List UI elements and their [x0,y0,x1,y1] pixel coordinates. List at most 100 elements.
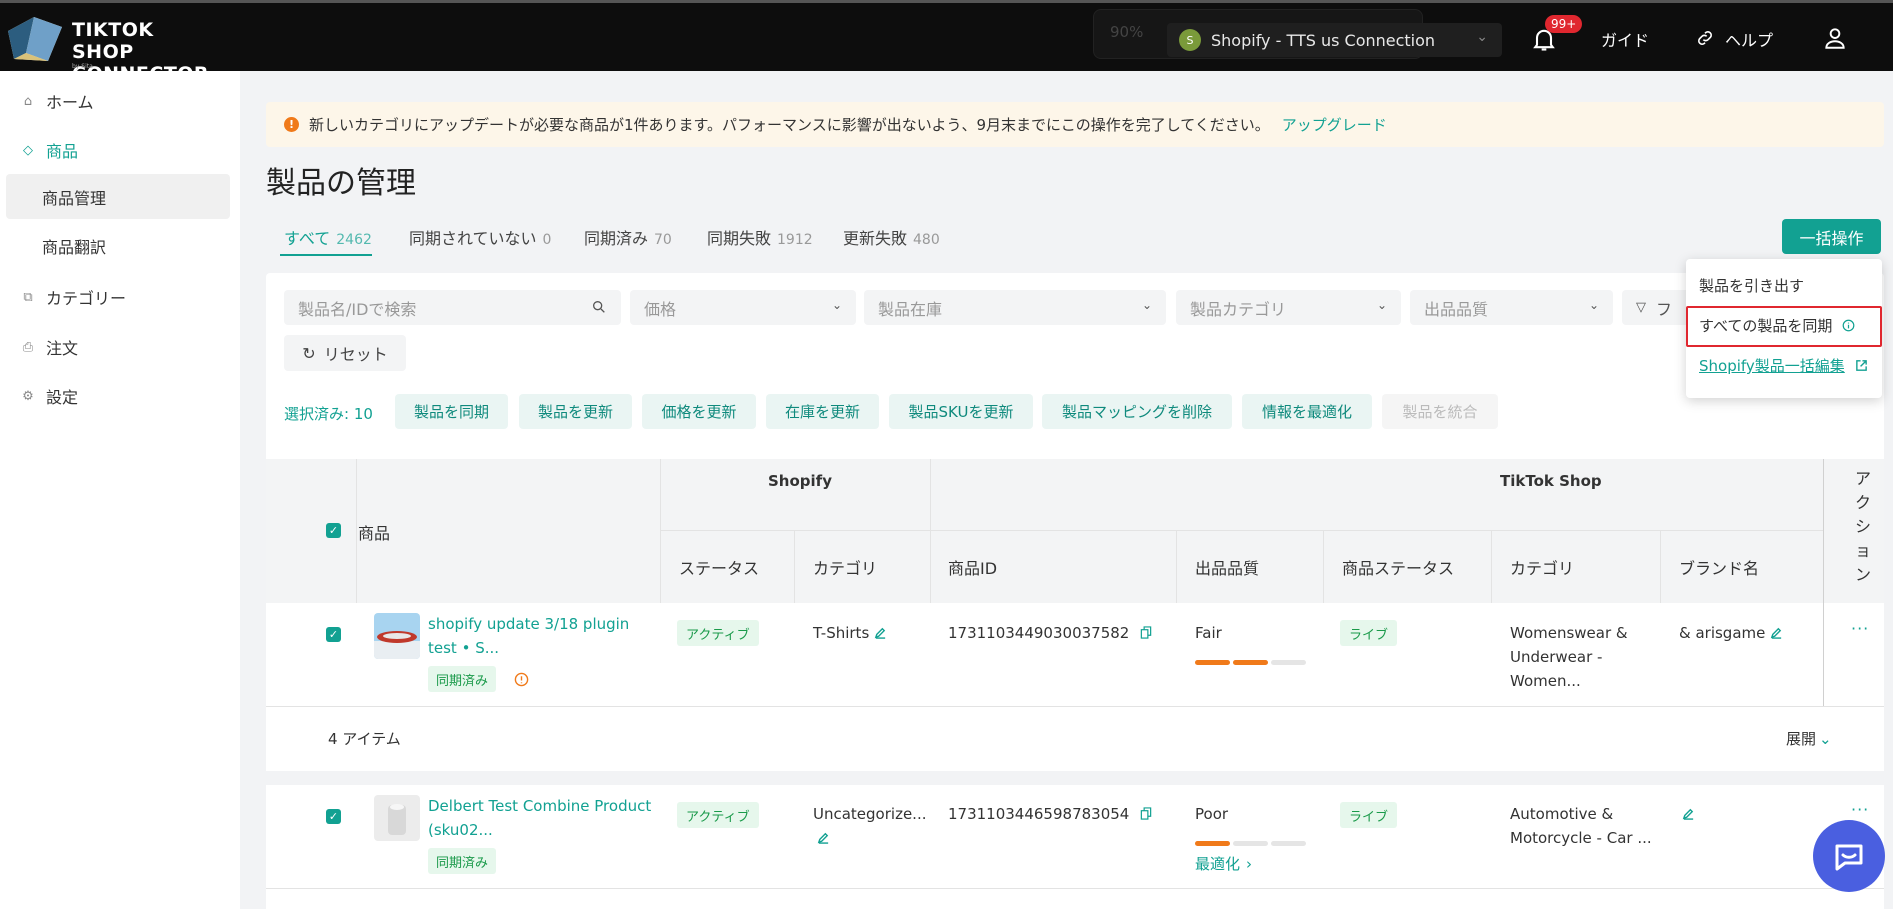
edit-icon[interactable] [817,831,830,844]
shopify-icon: S [1179,29,1201,51]
update-price-button[interactable]: 価格を更新 [642,394,756,429]
row-checkbox[interactable]: ✓ [326,809,341,824]
sidebar-item-product-management[interactable]: 商品管理 [6,174,230,219]
chat-support-button[interactable] [1813,820,1885,892]
link-icon [1698,31,1712,45]
col-product: 商品 [358,524,391,543]
chevron-down-icon: ⌄ [1376,298,1387,312]
update-products-button[interactable]: 製品を更新 [519,394,632,429]
shopify-status-badge: アクティブ [677,620,759,646]
copy-icon: ⧉ [23,289,33,305]
active-tab-indicator [280,254,372,256]
menu-item-sync-all[interactable]: すべての製品を同期 [1699,315,1855,336]
optimize-info-button[interactable]: 情報を最適化 [1242,394,1372,429]
tag-icon: ◇ [23,142,33,158]
upgrade-link[interactable]: アップグレード [1282,114,1387,135]
sidebar: ⌂ ホーム ◇ 商品 商品管理 商品翻訳 ⧉ カテゴリー ⎙ 注文 ⚙ 設定 [0,71,240,909]
merge-products-button: 製品を統合 [1382,394,1498,429]
expand-button[interactable]: 展開 ⌄ [1786,728,1832,749]
external-link-icon [1855,360,1867,371]
products-table: ✓ 商品 Shopify TikTok Shop アクション ステータス カテゴ… [266,459,1884,909]
optimize-link[interactable]: 最適化 › [1195,852,1252,876]
shopify-category: T-Shirts [813,621,887,645]
quality-filter[interactable]: 出品品質 ⌄ [1410,290,1613,325]
product-image [374,613,420,659]
sidebar-item-category[interactable]: ⧉ カテゴリー [20,285,126,309]
table-header: ✓ 商品 Shopify TikTok Shop アクション ステータス カテゴ… [266,459,1884,603]
more-actions-button[interactable]: ··· [1851,619,1869,638]
help-link[interactable]: ヘルプ [1725,27,1773,51]
brand-name: & arisgame [1679,621,1783,645]
sidebar-item-products[interactable]: ◇ 商品 [20,138,78,162]
sidebar-item-product-translation[interactable]: 商品翻訳 [6,223,230,268]
copy-icon[interactable] [1140,807,1152,820]
info-icon[interactable] [514,672,529,687]
select-all-checkbox[interactable]: ✓ [326,523,341,538]
tiktok-status-badge: ライブ [1340,620,1398,646]
refresh-icon: ↻ [302,343,316,363]
page-title: 製品の管理 [266,166,416,201]
stock-filter[interactable]: 製品在庫 ⌄ [864,290,1166,325]
product-thumbnail[interactable] [374,795,420,841]
category-filter[interactable]: 製品カテゴリ ⌄ [1176,290,1401,325]
search-input[interactable]: 製品名/IDで検索 [284,290,621,325]
store-selector[interactable]: S Shopify - TTS us Connection ⌄ [1167,23,1502,57]
sidebar-item-home[interactable]: ⌂ ホーム [20,89,94,113]
bulk-actions-button[interactable]: 一括操作 [1782,219,1881,254]
edit-icon[interactable] [1682,807,1695,820]
quality-label: Fair [1195,624,1222,642]
product-id: 1731103449030037582 [948,621,1152,645]
info-icon [1842,319,1855,332]
chevron-down-icon: ⌄ [831,298,842,312]
product-name-link[interactable]: shopify update 3/18 plugin test • S... [428,612,629,660]
printer-icon: ⎙ [22,339,34,355]
selected-count: 選択済み: 10 [284,405,373,423]
product-id: 1731103446598783054 [948,802,1152,826]
product-thumbnail[interactable] [374,613,420,659]
category-upgrade-banner: ! 新しいカテゴリにアップデートが必要な商品が1件あります。パフォーマンスに影響… [266,102,1884,147]
sync-products-button[interactable]: 製品を同期 [395,394,508,429]
tab-synced[interactable]: 同期済み 70 [584,225,672,249]
shopify-status-badge: アクティブ [677,802,759,828]
delete-mapping-button[interactable]: 製品マッピングを削除 [1042,394,1232,429]
more-actions-button[interactable]: ··· [1851,800,1869,819]
filter-panel: 製品名/IDで検索 価格 ⌄ 製品在庫 ⌄ 製品カテゴリ ⌄ 出品品質 ⌄ ▽ フ ↻ リセ… [266,273,1884,459]
tab-update-failed[interactable]: 更新失敗 480 [843,225,940,249]
chevron-down-icon: ⌄ [1588,298,1599,312]
edit-icon[interactable] [874,626,887,639]
warning-icon: ! [284,117,299,132]
tiktok-category: Automotive & Motorcycle - Car ... [1510,805,1652,847]
sidebar-item-orders[interactable]: ⎙ 注文 [20,335,78,359]
sync-status-badge: 同期済み [428,848,497,874]
tiktok-status-badge: ライブ [1340,802,1398,828]
zoom-level: 90% [1110,23,1144,41]
edit-icon[interactable] [1770,626,1783,639]
col-tiktok-category: カテゴリ [1510,559,1575,578]
chevron-down-icon: ⌄ [1141,298,1152,312]
menu-item-shopify-bulk-edit[interactable]: Shopify製品一括編集 [1699,355,1868,376]
user-icon[interactable] [1822,25,1848,51]
update-sku-button[interactable]: 製品SKUを更新 [889,394,1033,429]
group-tiktok: TikTok Shop [1500,472,1602,490]
chevron-down-icon: ⌄ [1476,29,1488,45]
tab-all[interactable]: すべて 2462 [284,225,372,249]
reset-button[interactable]: ↻ リセット [284,335,406,371]
app-logo[interactable]: TIKTOK SHOP CONNECTOR by Sita [4,11,209,85]
menu-item-pull-products[interactable]: 製品を引き出す [1699,275,1804,296]
price-filter[interactable]: 価格 ⌄ [630,290,856,325]
variant-group-row: 4 アイテム 展開 ⌄ [266,707,1884,771]
tab-sync-failed[interactable]: 同期失敗 1912 [707,225,813,249]
bulk-actions-menu: 製品を引き出す すべての製品を同期 Shopify製品一括編集 [1686,259,1882,398]
tab-not-synced[interactable]: 同期されていない 0 [409,225,551,249]
group-shopify: Shopify [768,472,832,490]
row-checkbox[interactable]: ✓ [326,627,341,642]
home-icon: ⌂ [23,93,33,109]
product-image [374,795,420,841]
sync-status-badge: 同期済み [428,666,497,692]
guide-link[interactable]: ガイド [1601,27,1649,51]
copy-icon[interactable] [1140,626,1152,639]
product-name-link[interactable]: Delbert Test Combine Product (sku02... [428,794,651,842]
search-icon [593,301,605,313]
sidebar-item-settings[interactable]: ⚙ 設定 [20,384,78,408]
update-stock-button[interactable]: 在庫を更新 [766,394,879,429]
